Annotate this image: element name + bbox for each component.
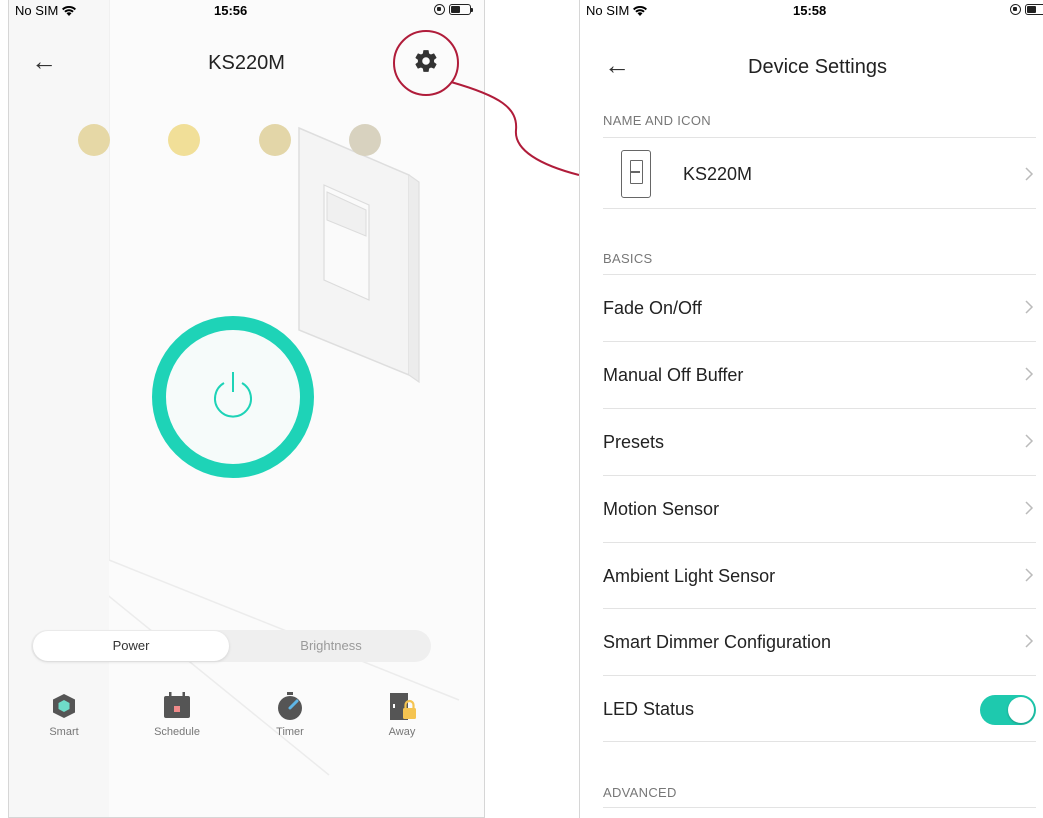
status-bar: No SIM 15:58: [580, 0, 1043, 22]
motion-sensor-row[interactable]: Motion Sensor: [603, 475, 1036, 541]
section-basics: BASICS: [603, 251, 653, 266]
tab-timer[interactable]: Timer: [255, 690, 325, 738]
chevron-right-icon: [1025, 434, 1034, 448]
led-status-row: LED Status: [603, 675, 1036, 741]
chevron-right-icon: [1025, 634, 1034, 648]
tab-schedule-label: Schedule: [154, 726, 200, 738]
presets-row[interactable]: Presets: [603, 408, 1036, 474]
preset-dot-2[interactable]: [168, 124, 200, 156]
led-status-toggle[interactable]: [980, 695, 1036, 725]
smart-dimmer-configuration-row[interactable]: Smart Dimmer Configuration: [603, 608, 1036, 674]
power-tab[interactable]: Power: [33, 631, 229, 661]
fade-on-off-label: Fade On/Off: [603, 298, 702, 318]
chevron-right-icon: [1025, 568, 1034, 582]
preset-dot-1[interactable]: [78, 124, 110, 156]
carrier-info: No SIM: [586, 3, 648, 18]
power-icon: [214, 372, 252, 418]
away-lock-icon: [390, 693, 416, 720]
switch-device-icon: [621, 150, 651, 198]
section-advanced: ADVANCED: [603, 785, 677, 800]
battery-icon: [449, 4, 473, 15]
status-indicators: [1010, 4, 1043, 15]
fade-on-off-row[interactable]: Fade On/Off: [603, 274, 1036, 340]
status-indicators: [434, 4, 473, 15]
divider: [603, 741, 1036, 742]
motion-sensor-label: Motion Sensor: [603, 499, 720, 519]
page-title: Device Settings: [748, 56, 887, 78]
tab-smart[interactable]: Smart: [29, 690, 99, 738]
presets-label: Presets: [603, 432, 665, 452]
tab-away[interactable]: Away: [367, 690, 437, 738]
preset-dot-4[interactable]: [349, 124, 381, 156]
ambient-light-sensor-label: Ambient Light Sensor: [603, 566, 776, 586]
carrier-label: No SIM: [586, 3, 630, 18]
device-name-label: KS220M: [683, 164, 753, 184]
manual-off-buffer-label: Manual Off Buffer: [603, 365, 744, 385]
chevron-right-icon: [1025, 300, 1034, 314]
calendar-icon: [164, 692, 190, 718]
settings-highlight-callout: [393, 30, 459, 96]
tab-away-label: Away: [388, 726, 416, 738]
tab-smart-label: Smart: [49, 726, 79, 738]
manual-off-buffer-row[interactable]: Manual Off Buffer: [603, 341, 1036, 407]
preset-dot-3[interactable]: [259, 124, 291, 156]
ambient-light-sensor-row[interactable]: Ambient Light Sensor: [603, 542, 1036, 608]
chevron-right-icon: [1025, 501, 1034, 515]
orientation-lock-icon: [434, 4, 445, 15]
wifi-icon: [633, 5, 648, 16]
section-name-and-icon: NAME AND ICON: [603, 113, 711, 128]
wifi-icon: [62, 5, 77, 16]
smart-dimmer-configuration-label: Smart Dimmer Configuration: [603, 632, 832, 652]
device-name-row[interactable]: KS220M: [603, 137, 1036, 209]
brightness-tab[interactable]: Brightness: [235, 630, 427, 662]
clock: 15:58: [793, 3, 827, 18]
device-settings-screen: No SIM 15:58 ← Device Settings NAME AND …: [579, 0, 1043, 818]
orientation-lock-icon: [1010, 4, 1021, 15]
chevron-right-icon: [1025, 367, 1034, 381]
tab-schedule[interactable]: Schedule: [142, 690, 212, 738]
stopwatch-icon: [278, 692, 302, 720]
battery-icon: [1025, 4, 1043, 15]
smart-icon: [53, 694, 75, 718]
mode-segmented-control: Power Brightness: [31, 630, 431, 662]
device-control-screen: No SIM 15:56 ← KS220M Power Brightness S…: [8, 0, 485, 818]
tab-timer-label: Timer: [276, 726, 304, 738]
divider: [603, 807, 1036, 808]
carrier-info: No SIM: [15, 3, 77, 18]
clock: 15:56: [214, 3, 248, 18]
carrier-label: No SIM: [15, 3, 59, 18]
chevron-right-icon: [1025, 167, 1034, 181]
led-status-label: LED Status: [603, 699, 695, 719]
status-bar: No SIM 15:56: [9, 0, 484, 22]
toggle-knob: [1008, 697, 1034, 723]
